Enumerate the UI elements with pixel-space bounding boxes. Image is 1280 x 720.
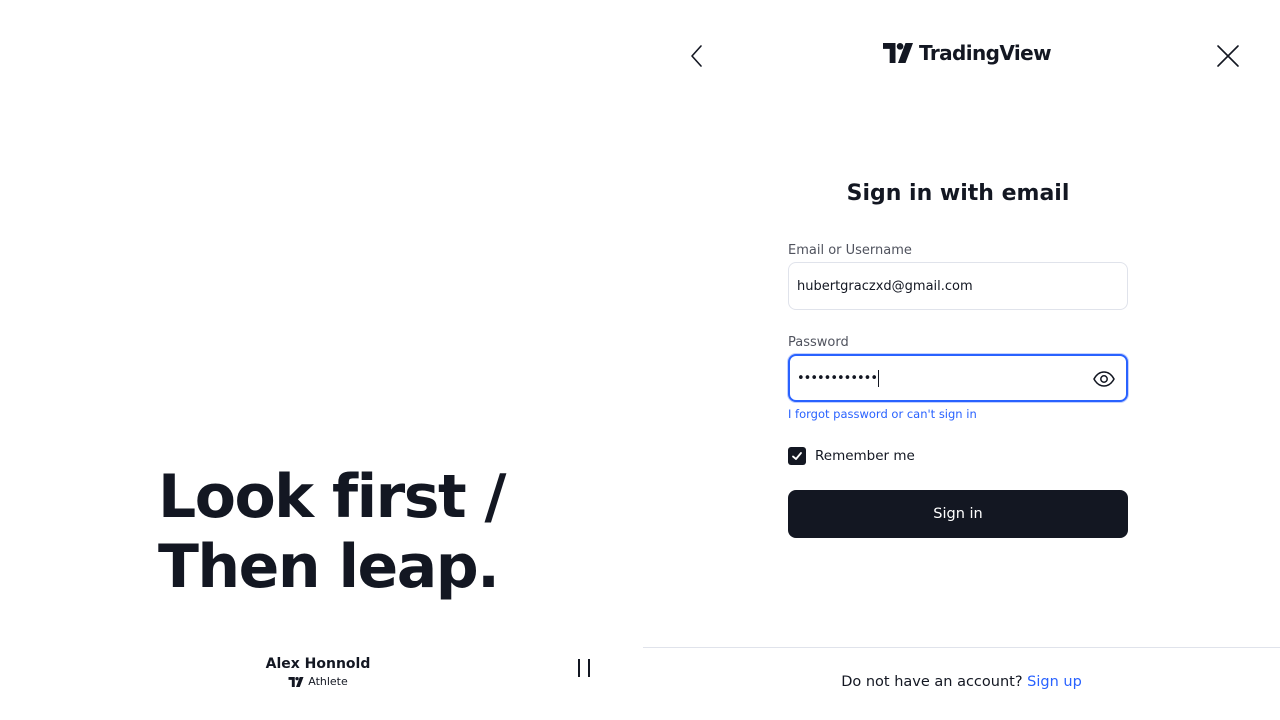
sign-in-button-label: Sign in [933,506,983,522]
pause-icon [578,659,580,677]
pause-icon-bar [588,659,590,677]
athlete-name: Alex Honnold [265,656,371,672]
athlete-credit: Alex Honnold Athlete [248,655,388,689]
tradingview-logo-icon [883,43,913,63]
remember-me-label: Remember me [815,448,915,464]
tradingview-logo-icon [288,677,304,687]
signup-prompt-text: Do not have an account? [841,674,1023,690]
promo-headline: Look first / Then leap. [158,462,506,602]
sign-in-page: Look first / Then leap. Alex Honnold Ath… [0,0,1280,720]
brand-name: TradingView [919,41,1052,65]
text-caret [878,369,880,387]
forgot-password-link[interactable]: I forgot password or can't sign in [788,407,977,421]
athlete-role: Athlete [308,675,348,688]
promo-panel: Look first / Then leap. Alex Honnold Ath… [0,0,643,720]
sign-in-button[interactable]: Sign in [788,490,1128,538]
password-field[interactable]: •••••••••••• [788,354,1128,402]
headline-line-1: Look first / [158,462,506,532]
pause-button[interactable] [574,656,596,680]
email-value: hubertgraczxd@gmail.com [797,278,973,294]
chevron-left-icon [691,45,702,67]
password-label: Password [788,335,849,350]
form-title: Sign in with email [846,181,1070,206]
close-button[interactable] [1214,42,1242,70]
close-icon [1217,45,1239,67]
footer-divider [643,647,1280,648]
show-password-button[interactable] [1092,367,1116,391]
headline-line-2: Then leap. [158,532,500,602]
signup-prompt: Do not have an account? Sign up [643,674,1280,690]
athlete-tag: Athlete [248,675,388,689]
brand-logo[interactable]: TradingView [883,41,1052,65]
password-value: •••••••••••• [797,370,878,386]
remember-me-checkbox[interactable]: Remember me [788,447,915,465]
sign-in-panel: TradingView Sign in with email Email or … [643,0,1280,720]
back-button[interactable] [686,42,708,70]
eye-icon [1093,371,1115,387]
email-label: Email or Username [788,243,912,258]
checkmark-icon [792,452,802,460]
sign-up-link[interactable]: Sign up [1027,674,1082,690]
checkbox-checked[interactable] [788,447,806,465]
email-field[interactable]: hubertgraczxd@gmail.com [788,262,1128,310]
